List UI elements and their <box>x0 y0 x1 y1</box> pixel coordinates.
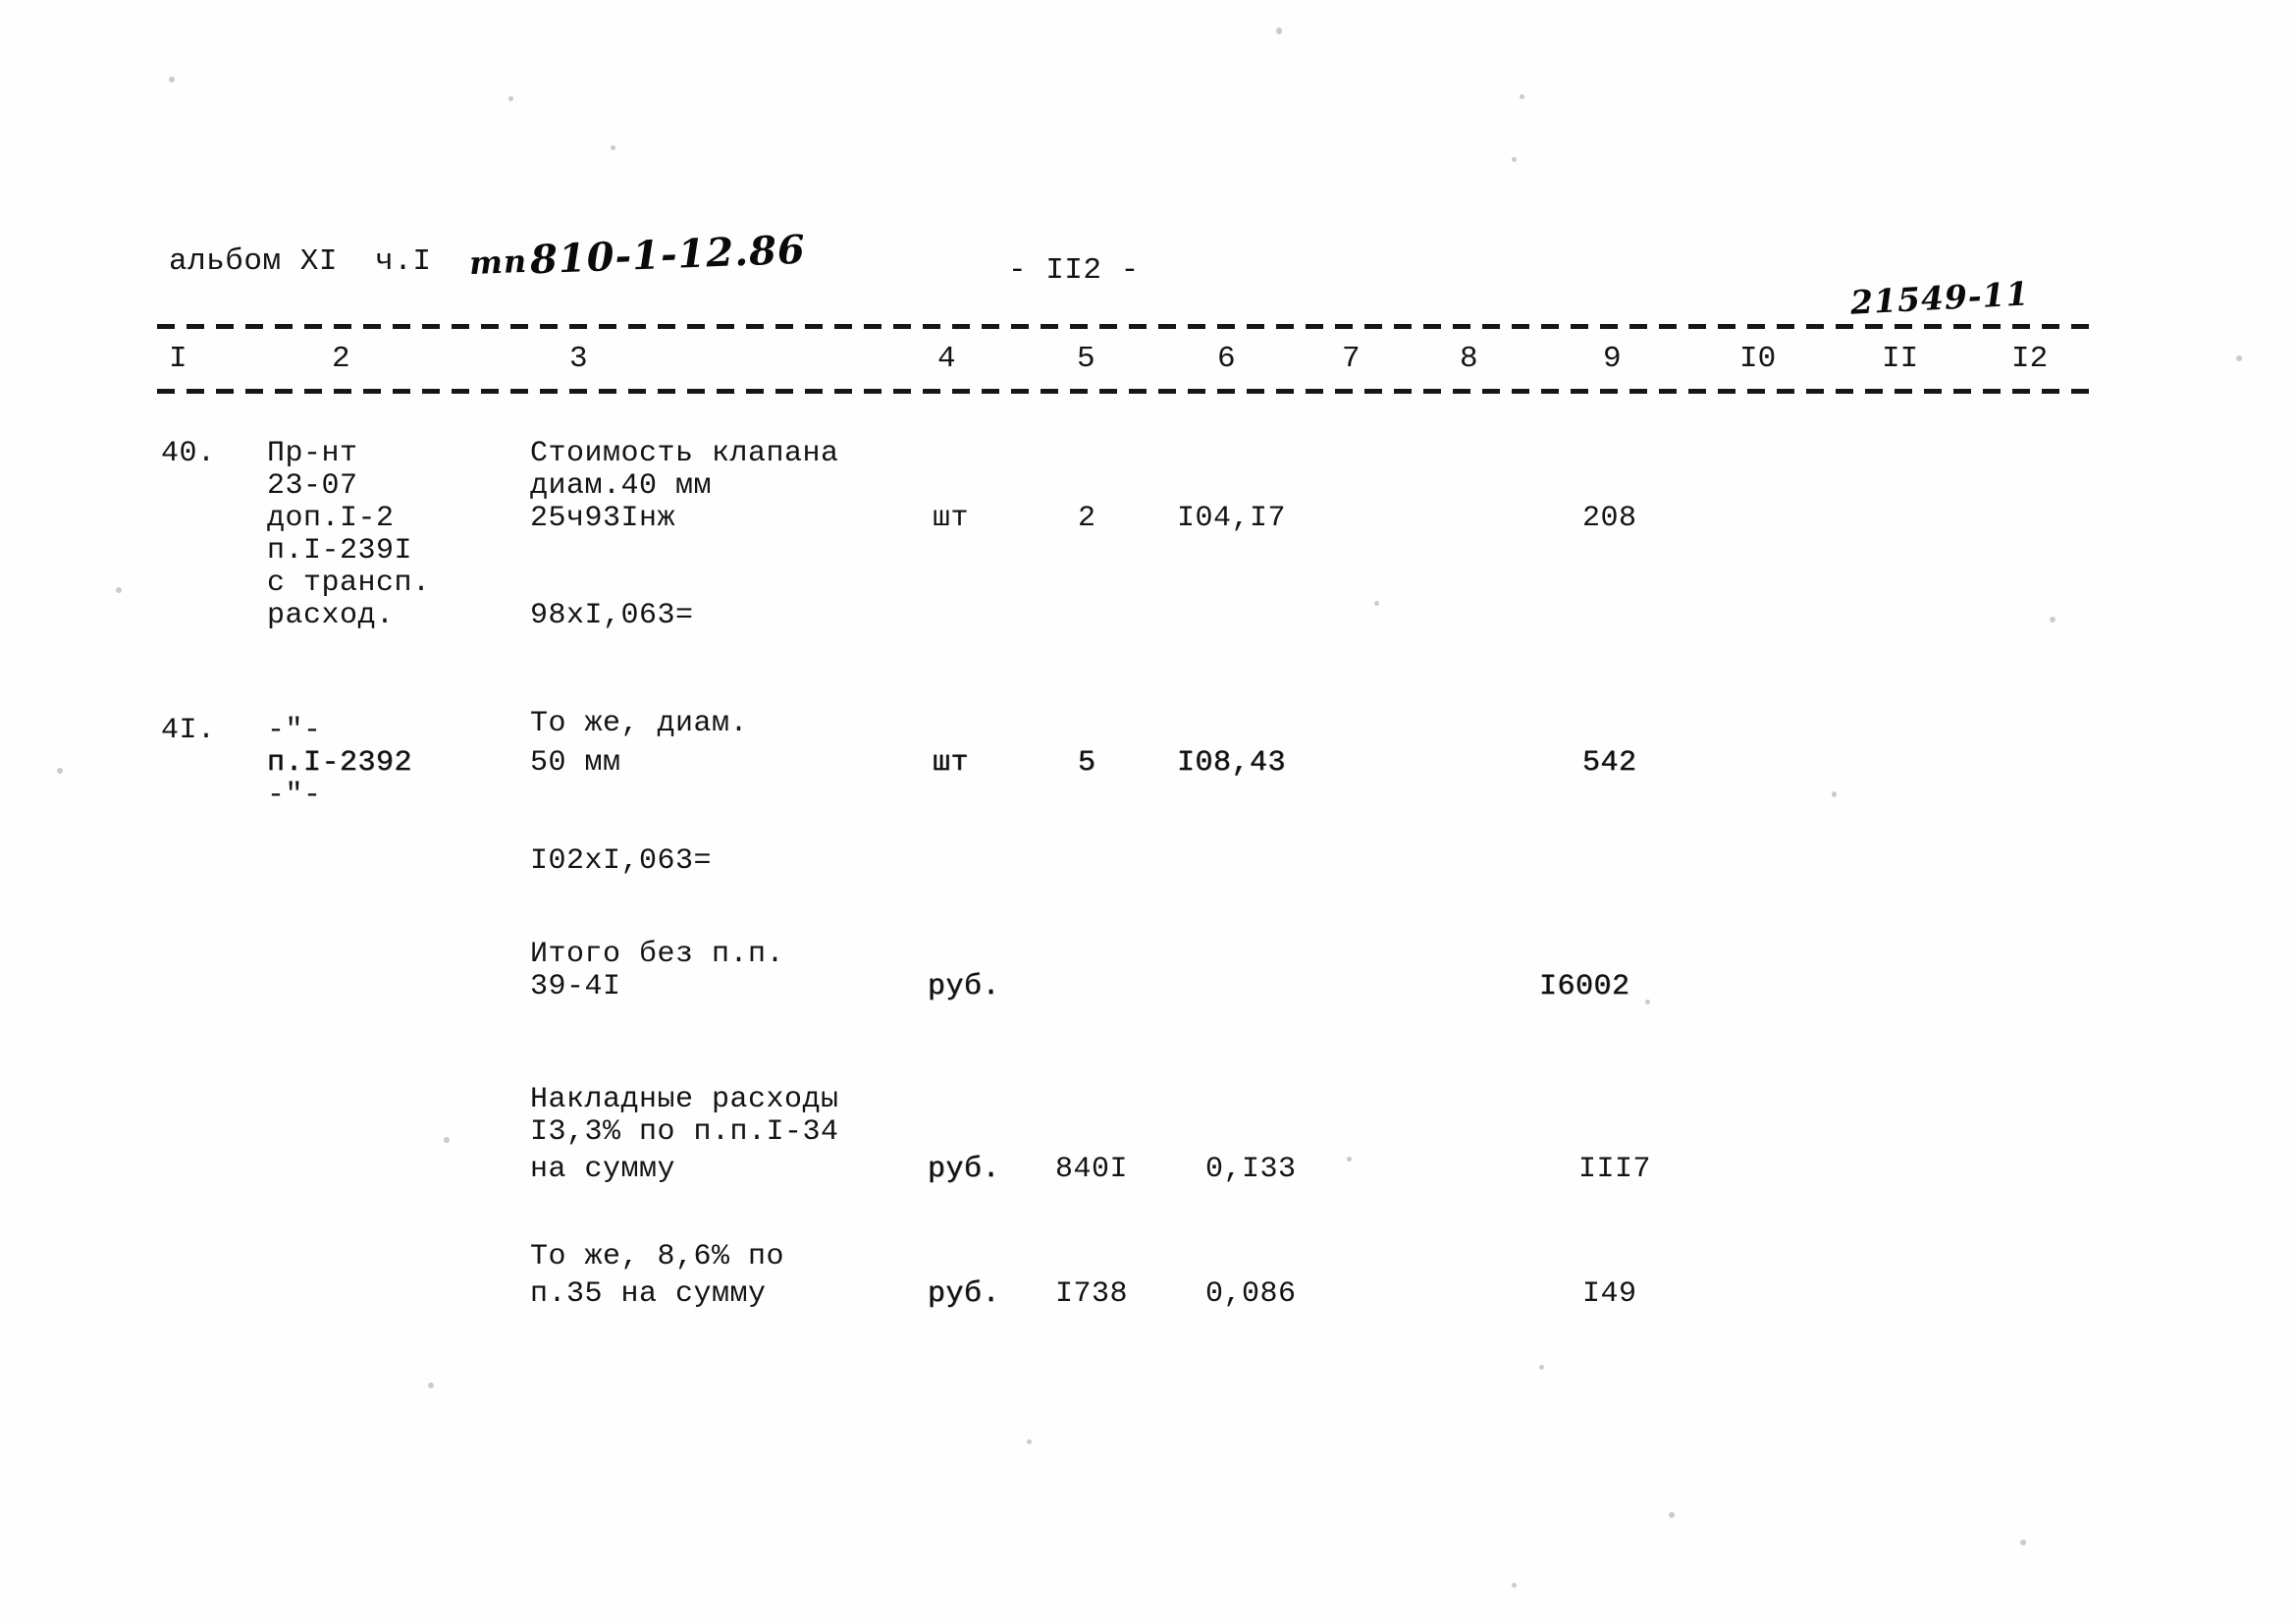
scan-speck <box>57 768 63 774</box>
album-code-handwritten-prefix: тп <box>468 242 528 283</box>
subtotal-label-line: 39-4I <box>530 970 621 1003</box>
scan-speck <box>1347 1157 1352 1162</box>
overhead2-label-line: п.35 на сумму <box>530 1277 767 1311</box>
scan-speck <box>1832 791 1837 797</box>
row-description-line: То же, диам. <box>530 707 749 740</box>
column-header-4: 4 <box>937 342 956 376</box>
scan-speck <box>1645 1000 1650 1004</box>
scan-speck <box>1539 1365 1544 1370</box>
column-header-2: 2 <box>332 342 350 376</box>
table-rule-bottom <box>157 389 2089 394</box>
scan-speck <box>1512 157 1517 162</box>
scan-speck <box>444 1137 450 1143</box>
overhead-base: 840I <box>1055 1153 1129 1186</box>
scanned-page: альбом XI ч.I тп 810-1-12.86 - II2 - 215… <box>0 0 2296 1624</box>
scan-speck <box>428 1382 434 1388</box>
scan-speck <box>169 77 175 82</box>
row-calculation: 98xI,063= <box>530 599 694 632</box>
row-code-line: расход. <box>267 599 395 632</box>
album-label: альбом XI ч.I <box>169 244 432 279</box>
overhead-rate: 0,I33 <box>1205 1153 1297 1186</box>
overhead2-base: I738 <box>1055 1277 1129 1311</box>
column-header-12: I2 <box>2011 342 2049 376</box>
row-description-line: 25ч93Iнж <box>530 502 676 535</box>
row-price: I04,I7 <box>1177 502 1287 535</box>
scan-speck <box>2050 617 2056 623</box>
column-header-10: I0 <box>1739 342 1777 376</box>
row-number: 4I. <box>161 714 216 747</box>
scan-speck <box>1276 27 1282 34</box>
subtotal-unit: руб. <box>928 970 1001 1003</box>
row-qty: 5 <box>1078 746 1096 780</box>
scan-speck <box>116 587 122 593</box>
column-header-11: II <box>1882 342 1919 376</box>
row-price: I08,43 <box>1177 746 1287 780</box>
row-calculation: I02xI,063= <box>530 844 713 878</box>
row-unit: шт <box>933 746 970 780</box>
scan-speck <box>508 96 513 101</box>
column-header-9: 9 <box>1603 342 1622 376</box>
column-header-8: 8 <box>1460 342 1478 376</box>
scan-speck <box>1669 1512 1675 1518</box>
column-header-5: 5 <box>1077 342 1095 376</box>
page-number: - II2 - <box>1008 253 1140 288</box>
row-total: 208 <box>1582 502 1637 535</box>
album-code-handwritten: 810-1-12.86 <box>529 226 807 284</box>
scan-speck <box>611 145 615 150</box>
row-qty: 2 <box>1078 502 1096 535</box>
overhead2-total: I49 <box>1582 1277 1637 1311</box>
table-rule-top <box>157 324 2089 329</box>
scan-speck <box>1520 94 1524 99</box>
column-header-7: 7 <box>1342 342 1361 376</box>
scan-speck <box>2236 355 2242 361</box>
row-code-line: -"- <box>267 779 322 812</box>
row-number: 40. <box>161 437 216 470</box>
row-description-line: 50 мм <box>530 746 621 780</box>
overhead2-unit: руб. <box>928 1277 1001 1311</box>
archive-stamp-number: 21549-11 <box>1849 274 2031 322</box>
scan-speck <box>1374 601 1379 606</box>
overhead-unit: руб. <box>928 1153 1001 1186</box>
subtotal-total: I6002 <box>1539 970 1630 1003</box>
column-header-3: 3 <box>569 342 588 376</box>
column-header-1: I <box>169 342 187 376</box>
scan-speck <box>1512 1583 1517 1588</box>
row-unit: шт <box>933 502 970 535</box>
column-header-6: 6 <box>1217 342 1236 376</box>
scan-speck <box>1027 1439 1032 1444</box>
overhead-total: III7 <box>1578 1153 1652 1186</box>
row-total: 542 <box>1582 746 1637 780</box>
overhead-label-line: на сумму <box>530 1153 676 1186</box>
overhead2-rate: 0,086 <box>1205 1277 1297 1311</box>
scan-speck <box>2020 1540 2026 1545</box>
